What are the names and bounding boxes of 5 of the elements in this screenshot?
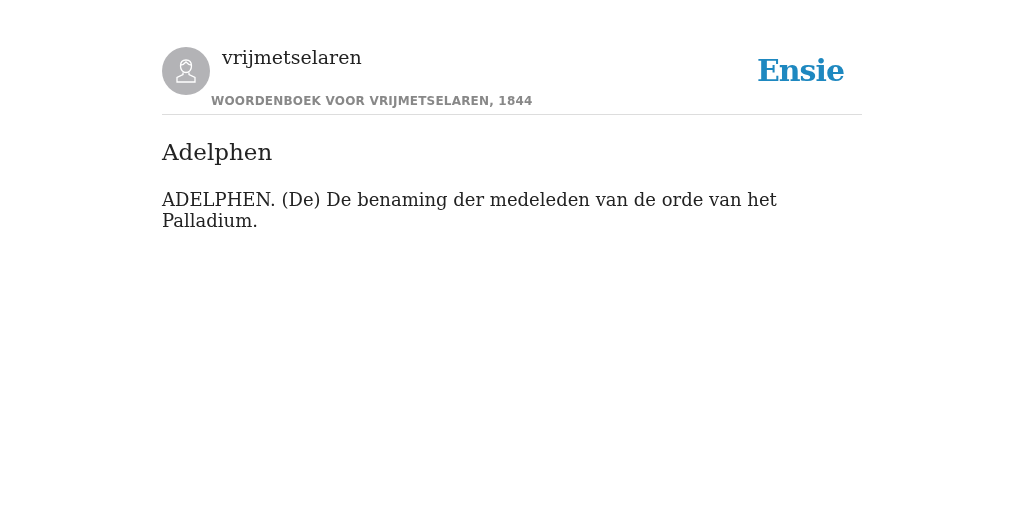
author-name[interactable]: vrijmetselaren <box>222 46 362 68</box>
entry-title: Adelphen <box>162 139 274 165</box>
entry-text: ADELPHEN. (De) De benaming der medeleden van de orde van het Palladium. <box>162 189 778 231</box>
site-logo[interactable]: Ensie <box>756 53 844 108</box>
source-label: WOORDENBOEK VOOR VRIJMETSELAREN, 1844 <box>211 94 533 108</box>
